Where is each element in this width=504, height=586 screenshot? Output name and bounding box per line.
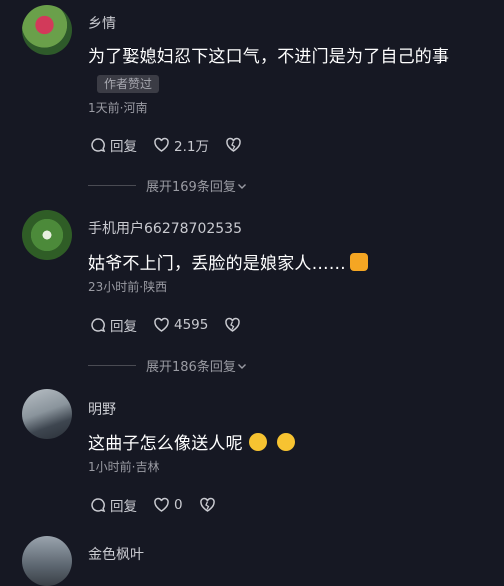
dislike-button[interactable] <box>225 137 242 153</box>
chevron-down-icon <box>236 180 248 192</box>
avatar[interactable] <box>22 389 72 439</box>
comment-text-content: 姑爷不上门，丢脸的是娘家人…… <box>88 254 346 274</box>
reply-label: 回复 <box>110 319 137 335</box>
broken-heart-icon <box>199 497 216 513</box>
avatar[interactable] <box>22 5 72 55</box>
like-count: 4595 <box>174 317 209 333</box>
username[interactable]: 明野 <box>88 399 116 419</box>
like-button[interactable]: 0 <box>153 497 183 513</box>
avatar[interactable] <box>22 536 72 586</box>
divider <box>88 185 136 186</box>
avatar[interactable] <box>22 210 72 260</box>
broken-heart-icon <box>225 137 242 153</box>
comment-actions: 回复 0 <box>90 495 216 515</box>
heart-icon <box>153 317 170 333</box>
reply-button[interactable]: 回复 <box>90 495 137 515</box>
thumbs-up-emoji-icon <box>350 253 368 271</box>
comment-text-content: 这曲子怎么像送人呢 <box>88 434 243 454</box>
comment-text: 为了娶媳妇忍下这口气，不进门是为了自己的事 <box>88 47 450 67</box>
expand-replies-label: 展开186条回复 <box>146 360 236 375</box>
username[interactable]: 乡情 <box>88 13 116 33</box>
comment-text: 姑爷不上门，丢脸的是娘家人…… <box>88 249 368 274</box>
like-count: 2.1万 <box>174 139 209 155</box>
heart-icon <box>153 497 170 513</box>
author-liked-badge: 作者赞过 <box>97 75 160 93</box>
reply-bubble-icon <box>90 137 106 153</box>
reply-button[interactable]: 回复 <box>90 315 137 335</box>
username[interactable]: 手机用户66278702535 <box>88 218 242 238</box>
expand-replies[interactable]: 展开169条回复 <box>88 176 248 195</box>
chevron-down-icon <box>236 360 248 372</box>
dislike-button[interactable] <box>224 317 241 333</box>
comment-meta: 1天前·河南 <box>88 101 148 115</box>
reply-button[interactable]: 回复 <box>90 135 137 155</box>
divider <box>88 365 136 366</box>
comment-actions: 回复 4595 <box>90 315 241 335</box>
reply-bubble-icon <box>90 317 106 333</box>
username[interactable]: 金色枫叶 <box>88 544 144 564</box>
comment-actions: 回复 2.1万 <box>90 135 242 155</box>
comment-meta: 23小时前·陕西 <box>88 280 168 294</box>
laughing-emoji-icon <box>248 433 267 451</box>
like-button[interactable]: 2.1万 <box>153 135 209 155</box>
expand-replies[interactable]: 展开186条回复 <box>88 356 248 375</box>
broken-heart-icon <box>224 317 241 333</box>
dislike-button[interactable] <box>199 497 216 513</box>
like-count: 0 <box>174 497 183 513</box>
reply-bubble-icon <box>90 497 106 513</box>
like-button[interactable]: 4595 <box>153 317 208 333</box>
comment-meta: 1小时前·吉林 <box>88 460 160 474</box>
reply-label: 回复 <box>110 139 137 155</box>
reply-label: 回复 <box>110 499 137 515</box>
comment-text: 这曲子怎么像送人呢 <box>88 429 295 454</box>
laughing-emoji-icon <box>276 433 295 451</box>
expand-replies-label: 展开169条回复 <box>146 180 236 195</box>
heart-icon <box>153 137 170 153</box>
